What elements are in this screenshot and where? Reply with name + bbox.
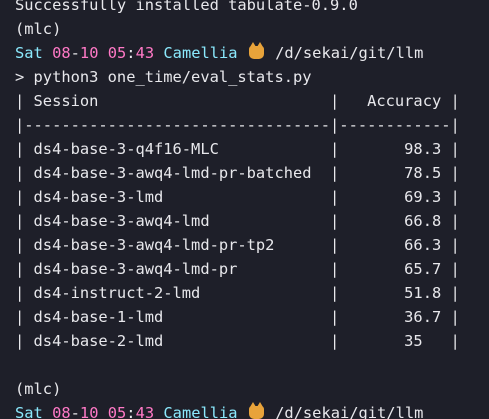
- prompt-time-sep: :: [126, 404, 136, 419]
- prompt-date-day: 10: [79, 44, 99, 62]
- table-row: | ds4-instruct-2-lmd | 51.8 |: [15, 284, 460, 302]
- prompt-date-month: 08: [52, 404, 71, 419]
- terminal-window[interactable]: Successfully installed tabulate-0.9.0 (m…: [0, 0, 489, 419]
- prompt-time-hour: 05: [107, 44, 127, 62]
- table-row: | ds4-base-3-awq4-lmd-pr-batched | 78.5 …: [15, 164, 460, 182]
- prompt-time-min: 43: [135, 404, 155, 419]
- cat-icon: [248, 42, 264, 59]
- table-row: | ds4-base-2-lmd | 35 |: [15, 332, 460, 350]
- prompt-time-hour: 05: [107, 404, 127, 419]
- prompt-date-sep: -: [70, 404, 80, 419]
- prompt-date-sep: -: [70, 44, 80, 62]
- prompt-day: Sat: [15, 44, 43, 62]
- prompt-time-min: 43: [135, 44, 155, 62]
- shell-prompt: Sat 08-10 05:43 Camellia /d/sekai/git/ll…: [15, 401, 423, 419]
- cat-icon: [248, 402, 264, 419]
- prompt-path: /d/sekai/git/llm: [275, 44, 424, 62]
- prompt-date-month: 08: [52, 44, 71, 62]
- table-row: | ds4-base-3-awq4-lmd-pr | 65.7 |: [15, 260, 460, 278]
- prompt-day: Sat: [15, 404, 43, 419]
- table-row: | ds4-base-3-awq4-lmd | 66.8 |: [15, 212, 460, 230]
- table-row: | ds4-base-3-lmd | 69.3 |: [15, 188, 460, 206]
- prompt-path: /d/sekai/git/llm: [275, 404, 424, 419]
- table-header: | Session | Accuracy |: [15, 92, 460, 110]
- command-line: > python3 one_time/eval_stats.py: [15, 68, 312, 86]
- table-row: | ds4-base-3-awq4-lmd-pr-tp2 | 66.3 |: [15, 236, 460, 254]
- prompt-host: Camellia: [163, 44, 238, 62]
- env-indicator: (mlc): [15, 380, 62, 398]
- prompt-date-day: 10: [79, 404, 99, 419]
- env-indicator: (mlc): [15, 20, 62, 38]
- prompt-time-sep: :: [126, 44, 136, 62]
- table-separator: |---------------------------------|-----…: [15, 116, 460, 134]
- install-output-line: Successfully installed tabulate-0.9.0: [15, 0, 358, 14]
- table-row: | ds4-base-3-q4f16-MLC | 98.3 |: [15, 140, 460, 158]
- table-row: | ds4-base-1-lmd | 36.7 |: [15, 308, 460, 326]
- prompt-host: Camellia: [163, 404, 238, 419]
- shell-prompt: Sat 08-10 05:43 Camellia /d/sekai/git/ll…: [15, 41, 423, 65]
